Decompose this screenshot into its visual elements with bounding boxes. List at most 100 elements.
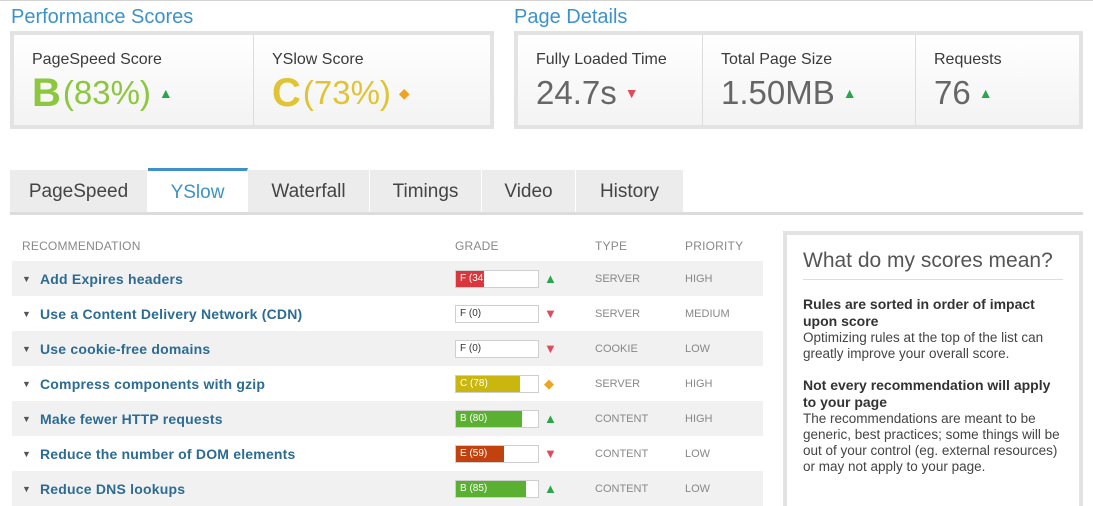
table-row[interactable]: ▼ Reduce DNS lookups B (85) ▲ CONTENT LOW (12, 471, 763, 506)
tab-yslow[interactable]: YSlow (148, 168, 248, 214)
requests-card: Requests 76 ▲ (916, 35, 1079, 125)
grade-bar: E (59) (455, 444, 539, 463)
grade-text: C (78) (460, 377, 488, 389)
header-type: TYPE (595, 239, 628, 253)
fully-loaded-time-card: Fully Loaded Time 24.7s ▼ (518, 35, 703, 125)
page-details-panel: Fully Loaded Time 24.7s ▼ Total Page Siz… (514, 31, 1083, 129)
grade-bar: B (80) (455, 409, 539, 428)
recommendation-name[interactable]: Add Expires headers (40, 271, 183, 287)
grade-text: B (85) (460, 482, 488, 494)
rule-priority: HIGH (685, 377, 713, 390)
tab-pagespeed[interactable]: PageSpeed (10, 170, 148, 214)
trend-up-icon: ▲ (544, 271, 557, 286)
recommendation-name[interactable]: Use a Content Delivery Network (CDN) (40, 306, 302, 322)
rule-priority: LOW (685, 482, 711, 495)
tab-history[interactable]: History (576, 170, 684, 214)
table-row[interactable]: ▼ Use a Content Delivery Network (CDN) F (… (12, 296, 763, 331)
header-grade: GRADE (455, 239, 499, 253)
table-row[interactable]: ▼ Compress components with gzip C (78) ◆ SER… (12, 366, 763, 401)
expand-caret-icon[interactable]: ▼ (22, 274, 31, 284)
expand-caret-icon[interactable]: ▼ (22, 449, 31, 459)
tab-timings[interactable]: Timings (370, 170, 482, 214)
rule-priority: MEDIUM (685, 307, 730, 320)
table-row[interactable]: ▼ Reduce the number of DOM elements E (59)… (12, 436, 763, 471)
yslow-score-card[interactable]: YSlow Score C (73%) ◆ (254, 35, 490, 125)
grade-text: F (0) (460, 307, 482, 319)
pagespeed-grade: B (32, 71, 61, 115)
rule-type: CONTENT (595, 447, 649, 460)
grade-text: F (0) (460, 342, 482, 354)
grade-bar: F (0) (455, 304, 539, 323)
grade-bar: F (34) (455, 269, 539, 288)
performance-scores-title: Performance Scores (11, 6, 194, 28)
requests-value: 76 (934, 74, 971, 111)
header-priority: PRIORITY (685, 239, 744, 253)
tab-video[interactable]: Video (482, 170, 576, 214)
recommendation-name[interactable]: Reduce the number of DOM elements (40, 446, 296, 462)
total-page-size-value: 1.50MB (721, 74, 835, 111)
tab-underline (10, 212, 1083, 215)
table-row[interactable]: ▼ Add Expires headers F (34) ▲ SERVER HIGH (12, 261, 763, 296)
table-row[interactable]: ▼ Make fewer HTTP requests B (80) ▲ CONTENT H… (12, 401, 763, 436)
grade-bar: B (85) (455, 479, 539, 498)
recommendations-table: ▼ Add Expires headers F (34) ▲ SERVER HIGH ▼ Us… (12, 261, 763, 506)
rule-type: CONTENT (595, 482, 649, 495)
scores-help-panel: What do my scores mean? Rules are sorted… (783, 231, 1083, 506)
trend-down-icon: ▼ (544, 306, 557, 321)
table-row[interactable]: ▼ Use cookie-free domains F (0) ▼ COOKIE LOW (12, 331, 763, 366)
rule-type: SERVER (595, 272, 641, 285)
tab-waterfall[interactable]: Waterfall (248, 170, 370, 214)
grade-text: F (34) (460, 272, 487, 284)
recommendation-name[interactable]: Compress components with gzip (40, 376, 265, 392)
trend-neutral-icon: ◆ (398, 85, 410, 101)
trend-up-icon: ▲ (978, 85, 993, 101)
expand-caret-icon[interactable]: ▼ (22, 484, 31, 494)
fully-loaded-time-value: 24.7s (536, 74, 617, 111)
rule-type: CONTENT (595, 412, 649, 425)
help-heading: Rules are sorted in order of impact upon… (803, 296, 1035, 329)
rule-type: COOKIE (595, 342, 638, 355)
rule-type: SERVER (595, 377, 641, 390)
performance-scores-panel: PageSpeed Score B (83%) ▲ YSlow Score C … (10, 31, 494, 129)
requests-label: Requests (934, 51, 1002, 68)
recommendation-name[interactable]: Reduce DNS lookups (40, 481, 185, 497)
help-title: What do my scores mean? (803, 249, 1063, 280)
yslow-grade: C (272, 71, 301, 115)
help-body: Optimizing rules at the top of the list … (803, 330, 1044, 361)
trend-down-icon: ▼ (544, 446, 557, 461)
rule-type: SERVER (595, 307, 641, 320)
rule-priority: HIGH (685, 412, 713, 425)
expand-caret-icon[interactable]: ▼ (22, 309, 31, 319)
trend-down-icon: ▼ (624, 85, 639, 101)
grade-text: B (80) (460, 412, 488, 424)
help-body: The recommendations are meant to be gene… (803, 411, 1060, 474)
trend-up-icon: ▲ (544, 481, 557, 496)
trend-up-icon: ▲ (842, 85, 857, 101)
grade-text: E (59) (460, 447, 488, 459)
trend-neutral-icon: ◆ (544, 375, 554, 391)
grade-bar: F (0) (455, 339, 539, 358)
expand-caret-icon[interactable]: ▼ (22, 379, 31, 389)
fully-loaded-time-label: Fully Loaded Time (536, 51, 667, 68)
trend-up-icon: ▲ (544, 411, 557, 426)
total-page-size-label: Total Page Size (721, 51, 833, 68)
trend-up-icon: ▲ (158, 85, 173, 101)
recommendation-name[interactable]: Use cookie-free domains (40, 341, 210, 357)
grade-bar: C (78) (455, 374, 539, 393)
top-divider (0, 0, 1093, 1)
recommendation-name[interactable]: Make fewer HTTP requests (40, 411, 223, 427)
total-page-size-card: Total Page Size 1.50MB ▲ (703, 35, 916, 125)
trend-down-icon: ▼ (544, 341, 557, 356)
pagespeed-score-label: PageSpeed Score (32, 51, 162, 68)
help-heading: Not every recommendation will apply to y… (803, 377, 1051, 410)
yslow-score-label: YSlow Score (272, 51, 364, 68)
pagespeed-score-card[interactable]: PageSpeed Score B (83%) ▲ (14, 35, 254, 125)
page-details-title: Page Details (514, 6, 628, 28)
pagespeed-percent: (83%) (62, 74, 151, 111)
yslow-percent: (73%) (302, 74, 391, 111)
report-tabs: PageSpeed YSlow Waterfall Timings Video … (10, 168, 684, 214)
expand-caret-icon[interactable]: ▼ (22, 344, 31, 354)
rule-priority: HIGH (685, 272, 713, 285)
rule-priority: LOW (685, 447, 711, 460)
expand-caret-icon[interactable]: ▼ (22, 414, 31, 424)
